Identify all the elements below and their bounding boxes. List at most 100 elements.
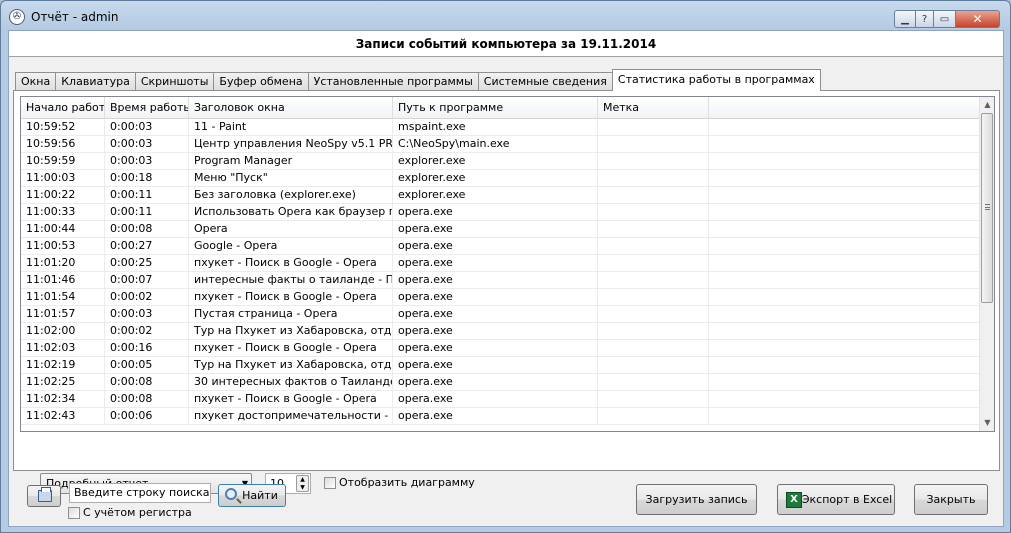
table-cell: 0:00:06 bbox=[105, 408, 189, 424]
checkbox-icon[interactable] bbox=[68, 506, 80, 519]
table-cell: opera.exe bbox=[393, 255, 598, 271]
spin-buttons-icon[interactable]: ▲ ▼ bbox=[296, 475, 309, 492]
scroll-down-icon[interactable]: ▼ bbox=[980, 415, 994, 431]
table-row[interactable]: 11:00:22 0:00:11 Без заголовка (explorer.e… bbox=[21, 187, 981, 204]
close-window-button[interactable]: ✕ bbox=[956, 10, 1000, 28]
grip-icon bbox=[985, 204, 990, 210]
table-row[interactable]: 11:01:54 0:00:02 пхукет - Поиск в Google -… bbox=[21, 289, 981, 306]
table-row[interactable]: 11:00:03 0:00:18 Меню "Пуск" explorer.exe bbox=[21, 170, 981, 187]
search-input[interactable]: Введите строку поиска bbox=[69, 483, 211, 503]
table-cell bbox=[709, 238, 981, 254]
table-cell: Google - Opera bbox=[189, 238, 393, 254]
table-cell: Меню "Пуск" bbox=[189, 170, 393, 186]
table-cell: 0:00:08 bbox=[105, 374, 189, 390]
table-row[interactable]: 11:02:19 0:00:05 Тур на Пхукет из Хабаровс… bbox=[21, 357, 981, 374]
table-cell: opera.exe bbox=[393, 306, 598, 322]
table-row[interactable]: 11:00:44 0:00:08 Opera opera.exe bbox=[21, 221, 981, 238]
table-cell: пхукет достопримечательности - ... bbox=[189, 408, 393, 424]
printer-icon bbox=[38, 487, 52, 502]
case-sensitive-checkbox[interactable]: С учётом регистра bbox=[68, 506, 192, 519]
scroll-thumb[interactable] bbox=[981, 113, 993, 303]
table-cell: 0:00:11 bbox=[105, 204, 189, 220]
table-row[interactable]: 11:01:57 0:00:03 Пустая страница - Opera op… bbox=[21, 306, 981, 323]
help-button[interactable]: ? bbox=[916, 10, 934, 28]
tab-6[interactable]: Статистика работы в программах bbox=[611, 69, 821, 91]
column-header-0[interactable]: Начало работы bbox=[21, 97, 105, 119]
table-cell bbox=[709, 204, 981, 220]
column-header-4[interactable]: Метка bbox=[598, 97, 709, 119]
table-header: Начало работыВремя работыЗаголовок окнаП… bbox=[21, 97, 981, 119]
table-cell bbox=[709, 289, 981, 305]
window-title: Отчёт - admin bbox=[31, 10, 119, 24]
table-cell: 11:02:25 bbox=[21, 374, 105, 390]
table-row[interactable]: 11:00:53 0:00:27 Google - Opera opera.exe bbox=[21, 238, 981, 255]
tab-4[interactable]: Установленные программы bbox=[307, 72, 479, 91]
show-chart-checkbox[interactable]: Отобразить диаграмму bbox=[324, 476, 475, 489]
table-cell bbox=[598, 255, 709, 271]
tab-2[interactable]: Скриншоты bbox=[134, 72, 215, 91]
table-row[interactable]: 11:02:00 0:00:02 Тур на Пхукет из Хабаровс… bbox=[21, 323, 981, 340]
column-header-2[interactable]: Заголовок окна bbox=[189, 97, 393, 119]
export-excel-button[interactable]: X Экспорт в Excel bbox=[777, 484, 895, 515]
scroll-up-icon[interactable]: ▲ bbox=[980, 97, 994, 113]
table-row[interactable]: 11:00:33 0:00:11 Использовать Opera как бр… bbox=[21, 204, 981, 221]
print-button[interactable] bbox=[27, 485, 61, 507]
table-cell: 11:00:22 bbox=[21, 187, 105, 203]
table-row[interactable]: 11:02:03 0:00:16 пхукет - Поиск в Google -… bbox=[21, 340, 981, 357]
report-header: Записи событий компьютера за 19.11.2014 bbox=[9, 31, 1003, 57]
tab-1[interactable]: Клавиатура bbox=[55, 72, 136, 91]
maximize-icon: ▭ bbox=[939, 13, 950, 25]
table-row[interactable]: 11:01:46 0:00:07 интересные факты о таилан… bbox=[21, 272, 981, 289]
table-cell: Тур на Пхукет из Хабаровска, отд... bbox=[189, 357, 393, 373]
close-icon: ✕ bbox=[972, 12, 983, 26]
title-bar[interactable]: ✇ Отчёт - admin ▁ ? ▭ ✕ bbox=[1, 1, 1010, 31]
table-cell bbox=[709, 187, 981, 203]
vertical-scrollbar[interactable]: ▲ ▼ bbox=[979, 97, 994, 431]
table-cell bbox=[709, 357, 981, 373]
column-header-1[interactable]: Время работы bbox=[105, 97, 189, 119]
table-cell: 11:01:54 bbox=[21, 289, 105, 305]
maximize-button[interactable]: ▭ bbox=[934, 10, 956, 28]
table-cell: 10:59:56 bbox=[21, 136, 105, 152]
table-cell: Тур на Пхукет из Хабаровска, отд... bbox=[189, 323, 393, 339]
table-cell: пхукет - Поиск в Google - Opera bbox=[189, 340, 393, 356]
table-row[interactable]: 10:59:52 0:00:03 11 - Paint mspaint.exe bbox=[21, 119, 981, 136]
table-row[interactable]: 11:02:25 0:00:08 30 интересных фактов о Та… bbox=[21, 374, 981, 391]
table-row[interactable]: 10:59:56 0:00:03 Центр управления NeoSpy v… bbox=[21, 136, 981, 153]
export-excel-label: Экспорт в Excel bbox=[801, 493, 893, 506]
minimize-button[interactable]: ▁ bbox=[894, 10, 916, 28]
table-cell: 0:00:07 bbox=[105, 272, 189, 288]
table-cell: 11:00:03 bbox=[21, 170, 105, 186]
table-row[interactable]: 10:59:59 0:00:03 Program Manager explorer.e… bbox=[21, 153, 981, 170]
column-header-3[interactable]: Путь к программе bbox=[393, 97, 598, 119]
window-controls: ▁ ? ▭ ✕ bbox=[894, 10, 1000, 28]
table-cell: 10:59:59 bbox=[21, 153, 105, 169]
table-cell bbox=[709, 153, 981, 169]
table-cell: Использовать Opera как браузер п... bbox=[189, 204, 393, 220]
table-cell: 0:00:02 bbox=[105, 323, 189, 339]
table-cell bbox=[709, 340, 981, 356]
column-header-5[interactable] bbox=[709, 97, 981, 119]
checkbox-icon[interactable] bbox=[324, 476, 336, 489]
table-cell: 11:02:00 bbox=[21, 323, 105, 339]
table-row[interactable]: 11:02:34 0:00:08 пхукет - Поиск в Google -… bbox=[21, 391, 981, 408]
tab-5[interactable]: Системные сведения bbox=[477, 72, 613, 91]
client-area: Записи событий компьютера за 19.11.2014 … bbox=[8, 30, 1004, 527]
load-record-button[interactable]: Загрузить запись bbox=[636, 484, 757, 515]
table-cell: Без заголовка (explorer.exe) bbox=[189, 187, 393, 203]
tab-0[interactable]: Окна bbox=[15, 72, 57, 91]
case-sensitive-label: С учётом регистра bbox=[83, 506, 192, 519]
table-row[interactable]: 11:01:20 0:00:25 пхукет - Поиск в Google -… bbox=[21, 255, 981, 272]
close-button[interactable]: Закрыть bbox=[914, 484, 988, 515]
table-cell: opera.exe bbox=[393, 357, 598, 373]
table-cell: 0:00:03 bbox=[105, 119, 189, 135]
table-cell bbox=[709, 374, 981, 390]
table-cell: интересные факты о таиланде - П... bbox=[189, 272, 393, 288]
minimize-icon: ▁ bbox=[901, 13, 909, 25]
find-button[interactable]: Найти bbox=[218, 484, 286, 507]
table-cell: opera.exe bbox=[393, 204, 598, 220]
tab-3[interactable]: Буфер обмена bbox=[213, 72, 309, 91]
table-cell bbox=[709, 136, 981, 152]
table-row[interactable]: 11:02:43 0:00:06 пхукет достопримечательно… bbox=[21, 408, 981, 425]
table-cell: opera.exe bbox=[393, 374, 598, 390]
